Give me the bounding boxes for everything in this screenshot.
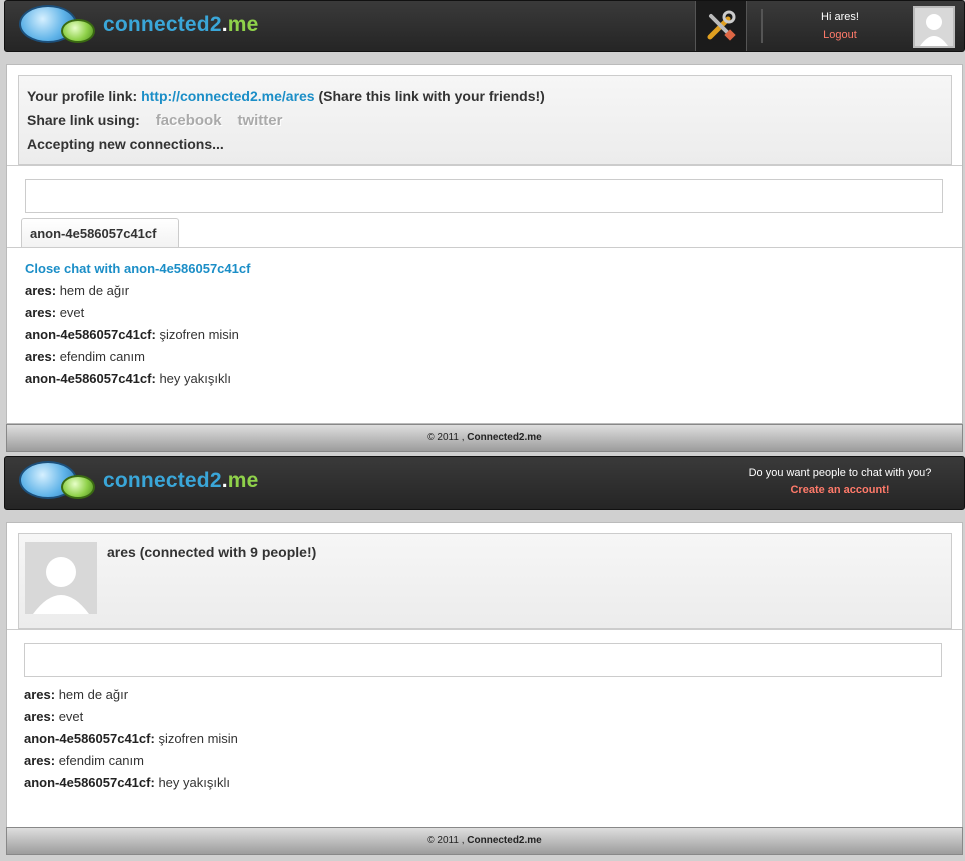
connection-status: Accepting new connections... [27,136,224,152]
header-separator [761,9,763,43]
main-panel: Your profile link: http://connected2.me/… [6,64,963,424]
logout-link[interactable]: Logout [795,29,885,41]
site-logo[interactable]: connected2.me [19,3,269,49]
chat-bubble-small-icon [61,475,95,499]
list-item: ares: evet [25,305,85,320]
site-logo[interactable]: connected2.me [19,459,269,505]
chat-input[interactable] [24,643,942,677]
signup-promo: Do you want people to chat with you? Cre… [735,467,945,496]
list-item: ares: hem de ağır [25,283,130,298]
profile-info-box: Your profile link: http://connected2.me/… [18,75,952,165]
profile-box: ares (connected with 9 people!) [18,533,952,629]
tab-divider [7,247,962,248]
site-footer: © 2011 , Connected2.me [6,424,963,452]
chat-bubble-small-icon [61,19,95,43]
chat-log: Close chat with anon-4e586057c41cf ares:… [25,260,925,392]
list-item: anon-4e586057c41cf: hey yakışıklı [25,371,231,386]
chat-input[interactable] [25,179,943,213]
profile-panel: ares (connected with 9 people!) ares: he… [6,522,963,828]
chat-log: ares: hem de ağır ares: evet anon-4e5860… [24,686,924,796]
tab-chat-anon[interactable]: anon-4e586057c41cf [21,218,179,248]
footer-brand: Connected2.me [467,432,542,443]
create-account-link[interactable]: Create an account! [735,484,945,496]
avatar-placeholder-icon [25,542,97,614]
list-item: anon-4e586057c41cf: şizofren misin [25,327,239,342]
twitter-share-button[interactable]: twitter [237,113,282,129]
site-header: connected2.me Do you want people to chat… [4,456,965,510]
username: ares [834,11,856,23]
avatar-placeholder-icon [915,8,953,46]
share-line: Share link using: facebook twitter [27,112,283,129]
profile-link[interactable]: http://connected2.me/ares [141,88,315,104]
site-footer: © 2011 , Connected2.me [6,827,963,855]
divider [7,165,962,166]
user-avatar[interactable] [913,6,955,48]
profile-avatar [25,542,97,614]
logged-in-screen: connected2.me Hi ares! Logout Your profi… [0,0,965,456]
list-item: anon-4e586057c41cf: şizofren misin [24,731,238,746]
facebook-share-button[interactable]: facebook [156,113,222,129]
settings-tools-button[interactable] [695,1,747,51]
divider [7,629,962,630]
list-item: anon-4e586057c41cf: hey yakışıklı [24,775,230,790]
logo-text: connected2.me [103,469,259,492]
public-profile-screen: connected2.me Do you want people to chat… [0,456,965,861]
list-item: ares: evet [24,709,84,724]
footer-brand: Connected2.me [467,835,542,846]
list-item: ares: efendim canım [24,753,144,768]
list-item: ares: hem de ağır [24,687,129,702]
profile-link-line: Your profile link: http://connected2.me/… [27,88,545,104]
site-header: connected2.me Hi ares! Logout [4,0,965,52]
close-chat-link[interactable]: Close chat with anon-4e586057c41cf [25,260,925,282]
profile-title: ares (connected with 9 people!) [107,544,317,560]
tools-icon [707,10,736,41]
user-greeting: Hi ares! Logout [795,11,885,41]
logo-text: connected2.me [103,13,259,36]
list-item: ares: efendim canım [25,349,145,364]
